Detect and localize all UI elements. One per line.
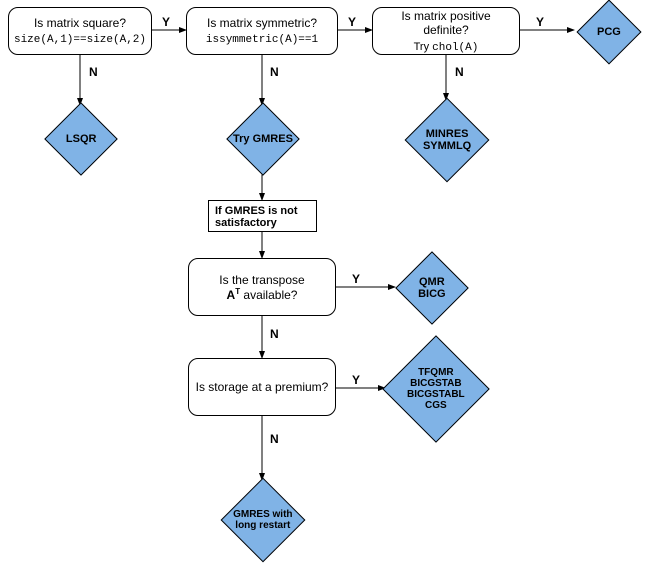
edge-label: N <box>270 327 279 341</box>
decision-title: Is matrix positive definite? <box>379 9 513 37</box>
result-trygmres: Try GMRES <box>226 102 300 176</box>
edge-label: Y <box>162 15 170 29</box>
result-tfqmr: TFQMR BICGSTAB BICGSTABL CGS <box>382 335 489 442</box>
decision-title: Is storage at a premium? <box>196 380 329 394</box>
decision-code: Try chol(A) <box>414 41 479 54</box>
result-gmreslong: GMRES withlong restart <box>221 478 306 563</box>
edge-label: N <box>270 432 279 446</box>
edge-label: Y <box>352 373 360 387</box>
decision-code: issymmetric(A)==1 <box>206 34 318 46</box>
result-qmr: QMRBICG <box>395 251 469 325</box>
result-lsqr: LSQR <box>44 102 118 176</box>
decision-square: Is matrix square? size(A,1)==size(A,2) <box>8 7 152 55</box>
note-gmres: If GMRES is not satisfactory <box>208 200 317 232</box>
result-minres: MINRESSYMMLQ <box>405 98 490 183</box>
decision-symmetric: Is matrix symmetric? issymmetric(A)==1 <box>186 7 338 55</box>
decision-title: Is matrix symmetric? <box>207 16 317 30</box>
edge-label: N <box>455 65 464 79</box>
decision-storage: Is storage at a premium? <box>188 358 336 416</box>
edge-label: N <box>270 65 279 79</box>
decision-code: size(A,1)==size(A,2) <box>14 34 146 46</box>
decision-title: Is the transpose AT available? <box>219 273 304 302</box>
edge-label: Y <box>352 272 360 286</box>
decision-transpose: Is the transpose AT available? <box>188 258 336 316</box>
result-pcg: PCG <box>576 0 641 65</box>
edge-label: N <box>89 65 98 79</box>
edge-label: Y <box>536 15 544 29</box>
edge-label: Y <box>348 15 356 29</box>
decision-posdef: Is matrix positive definite? Try chol(A) <box>372 7 520 55</box>
decision-title: Is matrix square? <box>34 16 126 30</box>
